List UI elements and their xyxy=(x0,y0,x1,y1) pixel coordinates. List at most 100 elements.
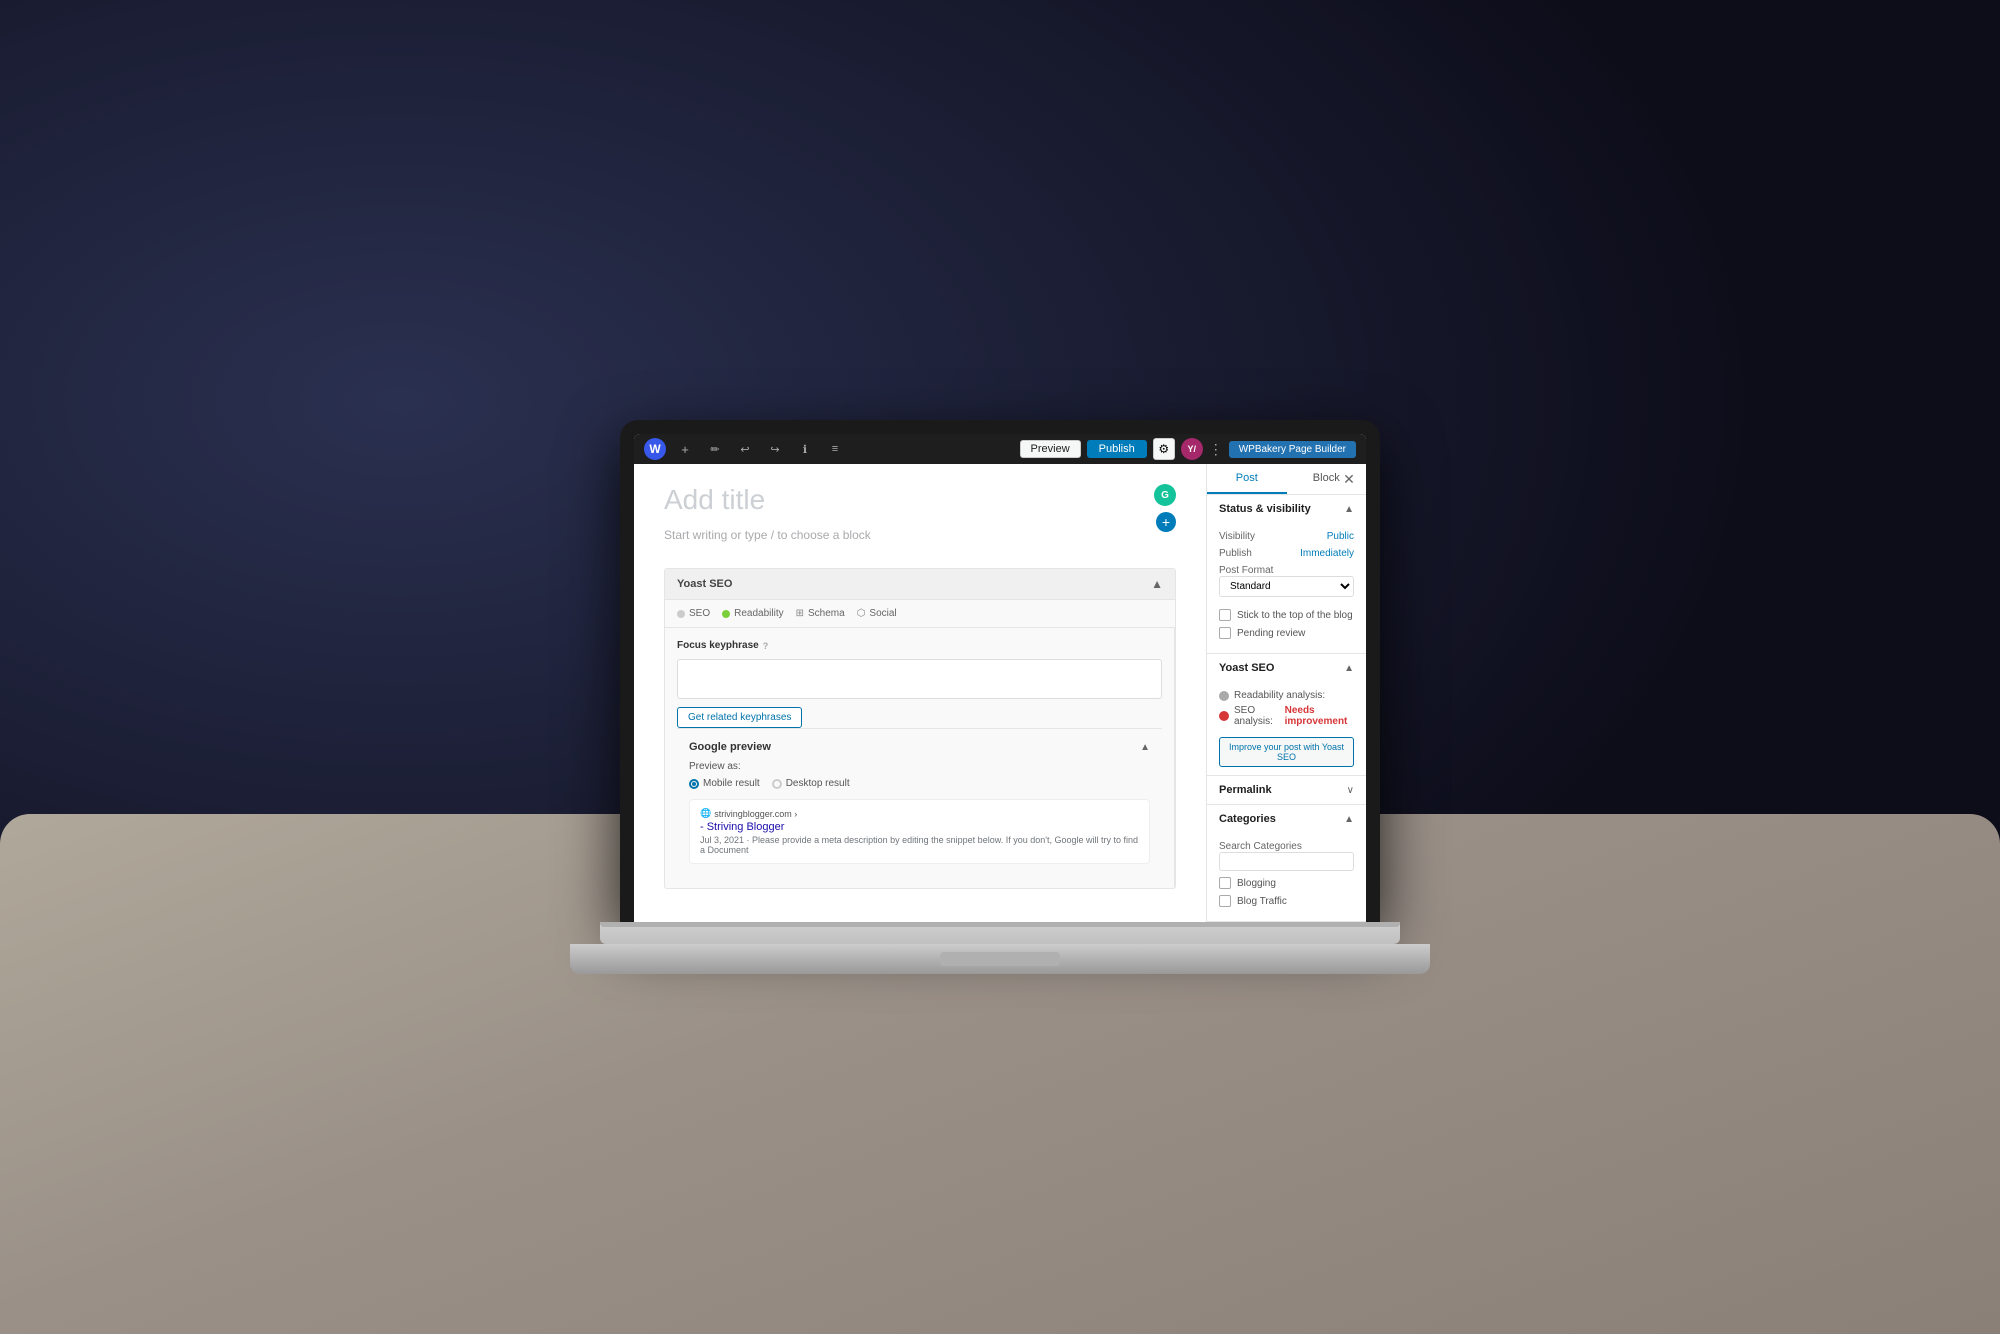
laptop-hinge xyxy=(600,922,1400,927)
visibility-value[interactable]: Public xyxy=(1327,531,1354,542)
settings-button[interactable]: ⚙ xyxy=(1153,438,1175,460)
yoast-tab-social[interactable]: ⬡ Social xyxy=(857,608,897,619)
publish-button[interactable]: Publish xyxy=(1087,440,1147,458)
yoast-tab-schema[interactable]: ⊞ Schema xyxy=(796,608,845,619)
pending-review-label: Pending review xyxy=(1237,628,1305,639)
yoast-sidebar-body: Readability analysis: SEO analysis: Need… xyxy=(1207,682,1366,775)
yoast-tab-readability[interactable]: Readability xyxy=(722,608,783,619)
google-result-preview: 🌐 strivingblogger.com › - Striving Blogg… xyxy=(689,799,1150,864)
readability-label: Readability analysis: xyxy=(1234,690,1325,701)
status-visibility-section: Status & visibility ▲ Visibility Public … xyxy=(1207,495,1366,654)
category-blogging-checkbox[interactable] xyxy=(1219,877,1231,889)
post-format-select[interactable]: Standard xyxy=(1219,576,1354,597)
yoast-chevron-icon: ▲ xyxy=(1344,663,1354,674)
yoast-tab-seo[interactable]: SEO xyxy=(677,608,710,619)
laptop-keyboard xyxy=(570,944,1430,974)
yoast-seo-sidebar-header[interactable]: Yoast SEO ▲ xyxy=(1207,654,1366,682)
yoast-seo-panel: Yoast SEO ▲ SEO Readability xyxy=(664,568,1176,889)
pending-review-row: Pending review xyxy=(1219,627,1354,639)
pending-review-checkbox[interactable] xyxy=(1219,627,1231,639)
visibility-label: Visibility xyxy=(1219,531,1255,542)
wp-main-area: Add title Start writing or type / to cho… xyxy=(634,464,1366,922)
add-block-toolbar-button[interactable]: + xyxy=(674,438,696,460)
laptop-base xyxy=(600,922,1400,944)
publish-value[interactable]: Immediately xyxy=(1300,548,1354,559)
desktop-result-radio[interactable]: Desktop result xyxy=(772,778,850,789)
social-icon: ⬡ xyxy=(857,608,866,619)
google-preview-link[interactable]: - Striving Blogger xyxy=(700,821,1139,833)
mobile-radio-dot xyxy=(689,779,699,789)
trackpad xyxy=(940,952,1060,966)
permalink-section: Permalink ∨ xyxy=(1207,776,1366,805)
google-breadcrumb: 🌐 strivingblogger.com › xyxy=(700,808,1139,819)
yoast-panel-title: Yoast SEO xyxy=(677,578,732,590)
post-editor[interactable]: Add title Start writing or type / to cho… xyxy=(634,464,1206,922)
google-preview-date: Jul 3, 2021 · Please provide a meta desc… xyxy=(700,835,1139,855)
sidebar-tabs: Post Block ✕ xyxy=(1207,464,1366,495)
status-visibility-header[interactable]: Status & visibility ▲ xyxy=(1207,495,1366,523)
categories-body: Search Categories Blogging Blog Traffic xyxy=(1207,833,1366,921)
permalink-chevron-icon: ∨ xyxy=(1347,785,1354,796)
edit-icon[interactable]: ✏ xyxy=(704,438,726,460)
list-view-icon[interactable]: ≡ xyxy=(824,438,846,460)
publish-label: Publish xyxy=(1219,548,1252,559)
grammarly-icon: G xyxy=(1154,484,1176,506)
post-format-label: Post Format xyxy=(1219,565,1354,576)
permalink-title: Permalink xyxy=(1219,784,1272,796)
yoast-body: Focus keyphrase ? Get related keyphrases… xyxy=(665,628,1175,888)
status-visibility-title: Status & visibility xyxy=(1219,503,1311,515)
wp-toolbar: W + ✏ ↩ ↪ ℹ ≡ Preview Publish ⚙ Y/ ⋮ WPB… xyxy=(634,434,1366,464)
stick-top-checkbox[interactable] xyxy=(1219,609,1231,621)
categories-chevron-icon: ▲ xyxy=(1344,814,1354,825)
post-format-row: Post Format Standard xyxy=(1219,565,1354,603)
wordpress-logo[interactable]: W xyxy=(644,438,666,460)
search-categories-label: Search Categories xyxy=(1219,841,1302,852)
category-blog-traffic-row: Blog Traffic xyxy=(1219,895,1354,907)
category-blogging-label: Blogging xyxy=(1237,878,1276,889)
search-categories-input[interactable] xyxy=(1219,852,1354,871)
preview-radio-group: Mobile result Desktop result xyxy=(689,778,1150,789)
yoast-button[interactable]: Y/ xyxy=(1181,438,1203,460)
tab-post[interactable]: Post xyxy=(1207,464,1287,494)
wordpress-admin: W + ✏ ↩ ↪ ℹ ≡ Preview Publish ⚙ Y/ ⋮ WPB… xyxy=(634,434,1366,922)
seo-status: Needs improvement xyxy=(1285,705,1354,727)
permalink-header[interactable]: Permalink ∨ xyxy=(1207,776,1366,804)
focus-keyphrase-input[interactable] xyxy=(677,659,1162,699)
readability-analysis-row: Readability analysis: xyxy=(1219,690,1354,701)
wpbakery-button[interactable]: WPBakery Page Builder xyxy=(1229,441,1356,458)
wp-sidebar: Post Block ✕ Status & visibility ▲ xyxy=(1206,464,1366,922)
add-block-button[interactable]: + xyxy=(1156,512,1176,532)
category-blogging-row: Blogging xyxy=(1219,877,1354,889)
seo-tab-indicator xyxy=(677,610,685,618)
sidebar-close-button[interactable]: ✕ xyxy=(1340,470,1358,488)
category-blog-traffic-checkbox[interactable] xyxy=(1219,895,1231,907)
status-chevron-icon: ▲ xyxy=(1344,504,1354,515)
improve-with-yoast-button[interactable]: Improve your post with Yoast SEO xyxy=(1219,737,1354,767)
undo-icon[interactable]: ↩ xyxy=(734,438,756,460)
yoast-tabs: SEO Readability ⊞ Schema xyxy=(665,600,1175,628)
content-placeholder[interactable]: Start writing or type / to choose a bloc… xyxy=(664,528,871,542)
seo-label: SEO analysis: xyxy=(1234,705,1280,727)
yoast-keyphrase-section: Focus keyphrase ? Get related keyphrases… xyxy=(665,628,1175,888)
readability-dot xyxy=(1219,691,1229,701)
get-related-keyphrases-button[interactable]: Get related keyphrases xyxy=(677,707,802,728)
status-visibility-body: Visibility Public Publish Immediately Po… xyxy=(1207,523,1366,653)
help-icon: ? xyxy=(763,641,769,651)
redo-icon[interactable]: ↪ xyxy=(764,438,786,460)
stick-top-row: Stick to the top of the blog xyxy=(1219,609,1354,621)
mobile-result-radio[interactable]: Mobile result xyxy=(689,778,760,789)
preview-button[interactable]: Preview xyxy=(1020,440,1081,458)
categories-header[interactable]: Categories ▲ xyxy=(1207,805,1366,833)
post-title-field[interactable]: Add title xyxy=(664,484,871,516)
yoast-seo-sidebar-title: Yoast SEO xyxy=(1219,662,1274,674)
category-blog-traffic-label: Blog Traffic xyxy=(1237,896,1287,907)
focus-keyphrase-label: Focus keyphrase ? xyxy=(677,640,1162,651)
yoast-panel-header[interactable]: Yoast SEO ▲ xyxy=(665,569,1175,600)
google-preview-title: Google preview xyxy=(689,741,771,753)
seo-dot xyxy=(1219,711,1229,721)
info-icon[interactable]: ℹ xyxy=(794,438,816,460)
yoast-seo-sidebar-section: Yoast SEO ▲ Readability analysis: xyxy=(1207,654,1366,776)
more-options-button[interactable]: ⋮ xyxy=(1209,441,1223,458)
google-preview-header[interactable]: Google preview ▲ xyxy=(689,741,1150,753)
categories-section: Categories ▲ Search Categories Blogging xyxy=(1207,805,1366,922)
